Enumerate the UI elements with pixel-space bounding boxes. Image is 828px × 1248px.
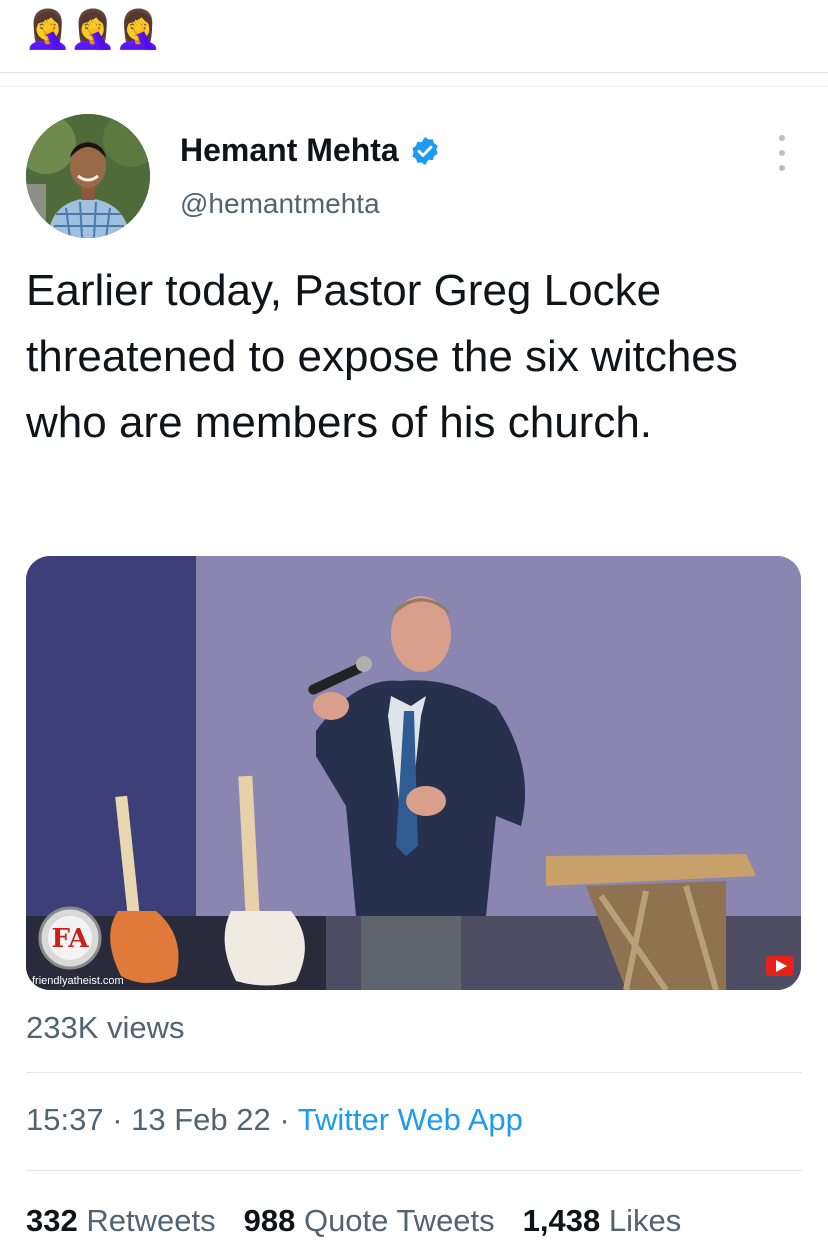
facepalm-emojis: 🤦‍♀️🤦‍♀️🤦‍♀️ (24, 9, 162, 51)
tweet-date[interactable]: 13 Feb 22 (131, 1102, 271, 1137)
likes-link[interactable]: 1,438 Likes (523, 1203, 682, 1239)
likes-label: Likes (608, 1203, 682, 1238)
separator: · (270, 1102, 298, 1137)
tweet-source-link[interactable]: Twitter Web App (298, 1102, 523, 1137)
author-name[interactable]: Hemant Mehta (180, 132, 441, 169)
likes-count: 1,438 (522, 1203, 601, 1238)
separator: · (103, 1102, 132, 1137)
view-count: 233K views (26, 1010, 185, 1045)
retweets-label: Retweets (86, 1203, 216, 1238)
tweet-metadata: 15:37 · 13 Feb 22 · Twitter Web App (26, 1102, 523, 1138)
tweet-time[interactable]: 15:37 (26, 1102, 104, 1137)
logo-letters: FA (51, 924, 89, 954)
divider (0, 72, 828, 73)
divider (26, 1072, 802, 1073)
quotes-count: 988 (243, 1203, 296, 1238)
author-name-text[interactable]: Hemant Mehta (180, 132, 399, 169)
retweets-count: 332 (26, 1203, 78, 1238)
quotes-label: Quote Tweets (303, 1203, 495, 1238)
author-handle[interactable]: @hemantmehta (180, 188, 380, 220)
divider (26, 1170, 802, 1171)
watermark-text: friendlyatheist.com (32, 975, 124, 987)
avatar[interactable] (26, 114, 150, 238)
tweet-text: Earlier today, Pastor Greg Locke threate… (26, 266, 738, 447)
youtube-play-icon[interactable] (766, 956, 794, 976)
quote-tweets-link[interactable]: 988 Quote Tweets (244, 1203, 495, 1239)
verified-badge-icon (412, 136, 438, 165)
retweets-link[interactable]: 332 Retweets (26, 1203, 216, 1239)
engagement-stats: 332 Retweets 988 Quote Tweets 1,438 Like… (26, 1203, 681, 1239)
more-options-icon[interactable] (770, 135, 794, 171)
divider (0, 86, 828, 87)
friendlyatheist-logo: FA (38, 906, 102, 970)
video-thumbnail[interactable]: FA friendlyatheist.com (26, 556, 801, 990)
